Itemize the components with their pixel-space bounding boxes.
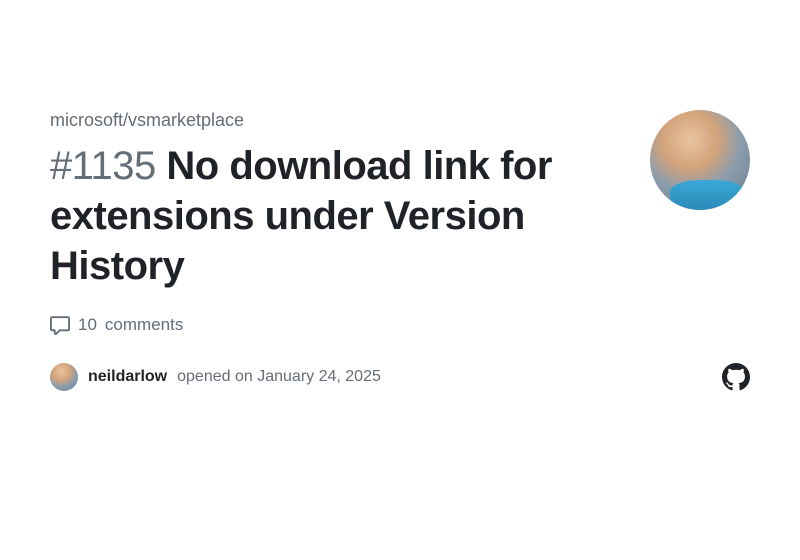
- author-avatar-small[interactable]: [50, 363, 78, 391]
- comments-label: comments: [105, 315, 183, 335]
- issue-title: #1135 No download link for extensions un…: [50, 141, 630, 291]
- author-username[interactable]: neildarlow: [88, 368, 167, 386]
- opened-text: opened on January 24, 2025: [177, 368, 381, 386]
- github-icon[interactable]: [722, 363, 750, 391]
- repo-path[interactable]: microsoft/vsmarketplace: [50, 110, 630, 131]
- issue-number: #1135: [50, 144, 156, 188]
- comments-row: 10 comments: [50, 315, 750, 335]
- byline: neildarlow opened on January 24, 2025: [50, 363, 381, 391]
- author-avatar-large[interactable]: [650, 110, 750, 210]
- comments-count: 10: [78, 315, 97, 335]
- comment-icon: [50, 315, 70, 335]
